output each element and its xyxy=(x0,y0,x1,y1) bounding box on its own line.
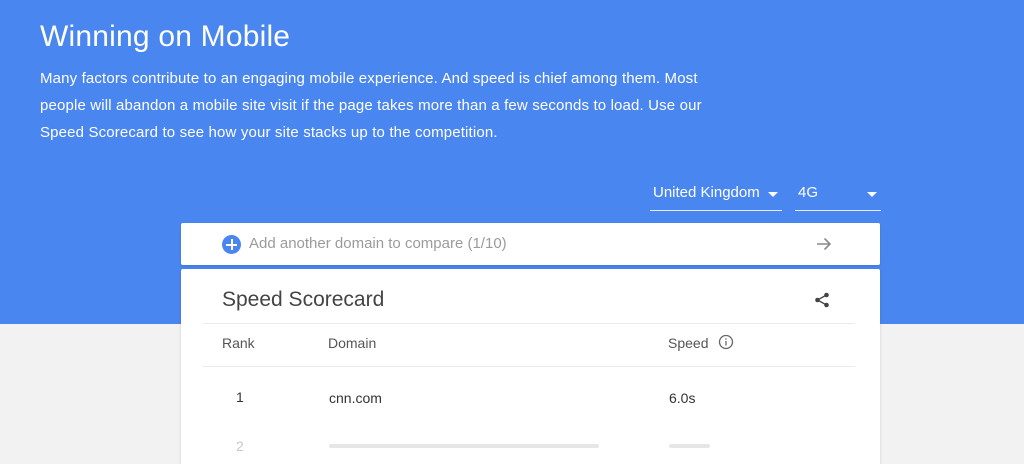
row-domain: cnn.com xyxy=(329,390,382,406)
row-speed: 6.0s xyxy=(669,390,696,406)
arrow-right-icon[interactable] xyxy=(815,235,833,253)
speed-scorecard: Speed Scorecard Rank Domain Speed 1 cnn.… xyxy=(181,269,880,464)
country-select[interactable]: United Kingdom xyxy=(650,181,782,211)
divider xyxy=(203,366,855,367)
column-header-domain: Domain xyxy=(328,335,377,351)
add-domain-input[interactable]: Add another domain to compare (1/10) xyxy=(181,223,880,265)
add-domain-placeholder: Add another domain to compare (1/10) xyxy=(249,235,507,252)
network-select-value: 4G xyxy=(798,184,819,201)
share-icon[interactable] xyxy=(814,292,830,308)
add-icon[interactable] xyxy=(222,235,241,254)
network-select[interactable]: 4G xyxy=(795,181,881,211)
country-select-value: United Kingdom xyxy=(653,184,760,201)
speed-placeholder-bar xyxy=(669,444,710,448)
info-icon[interactable] xyxy=(718,334,734,350)
row-rank: 1 xyxy=(236,389,244,405)
divider xyxy=(203,323,855,324)
page-title: Winning on Mobile xyxy=(40,20,291,53)
column-header-rank: Rank xyxy=(222,335,255,351)
hero-description: Many factors contribute to an engaging m… xyxy=(40,70,702,141)
column-header-speed: Speed xyxy=(668,335,709,351)
domain-placeholder-bar xyxy=(329,444,599,448)
chevron-down-icon xyxy=(768,192,778,197)
row-rank: 2 xyxy=(236,438,244,454)
scorecard-title: Speed Scorecard xyxy=(222,288,385,311)
chevron-down-icon xyxy=(867,192,877,197)
